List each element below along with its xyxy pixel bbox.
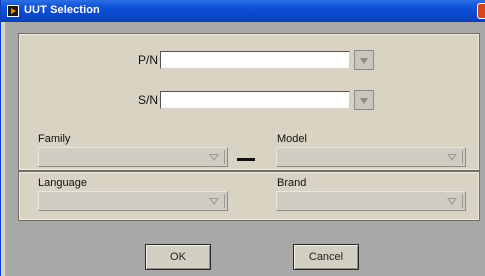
dropdown-separator — [462, 194, 463, 208]
language-label: Language — [38, 177, 87, 189]
localization-group: Language Brand — [19, 172, 479, 220]
pn-field[interactable] — [160, 51, 350, 69]
dropdown-separator — [462, 150, 463, 164]
title-bar[interactable]: UUT Selection — [1, 0, 485, 22]
brand-label: Brand — [277, 177, 307, 189]
dropdown-separator — [224, 194, 225, 208]
cancel-button[interactable]: Cancel — [293, 244, 359, 270]
uut-identification-group: P/N S/N Family Model — [19, 34, 479, 170]
app-icon — [7, 5, 19, 17]
model-label: Model — [277, 133, 307, 145]
sn-label: S/N — [138, 93, 159, 107]
pn-dropdown-button[interactable] — [354, 50, 374, 70]
dropdown-separator — [224, 150, 225, 164]
family-model-separator — [237, 158, 255, 161]
brand-dropdown[interactable] — [276, 191, 466, 211]
uut-selection-window: UUT Selection P/N S/N Family Model Langu… — [0, 0, 485, 276]
close-button[interactable] — [477, 3, 485, 19]
family-label: Family — [38, 133, 71, 145]
ok-button[interactable]: OK — [145, 244, 211, 270]
model-dropdown[interactable] — [276, 147, 466, 167]
chevron-down-icon — [447, 198, 457, 206]
chevron-down-icon — [209, 198, 219, 206]
pn-label: P/N — [138, 53, 159, 67]
chevron-down-icon — [447, 154, 457, 162]
chevron-down-icon — [209, 154, 219, 162]
language-dropdown[interactable] — [38, 191, 228, 211]
sn-field[interactable] — [160, 91, 350, 109]
dialog-body: P/N S/N Family Model Language Brand OK C… — [5, 22, 485, 276]
family-dropdown[interactable] — [38, 147, 228, 167]
sn-dropdown-button[interactable] — [354, 90, 374, 110]
window-title: UUT Selection — [24, 4, 100, 16]
